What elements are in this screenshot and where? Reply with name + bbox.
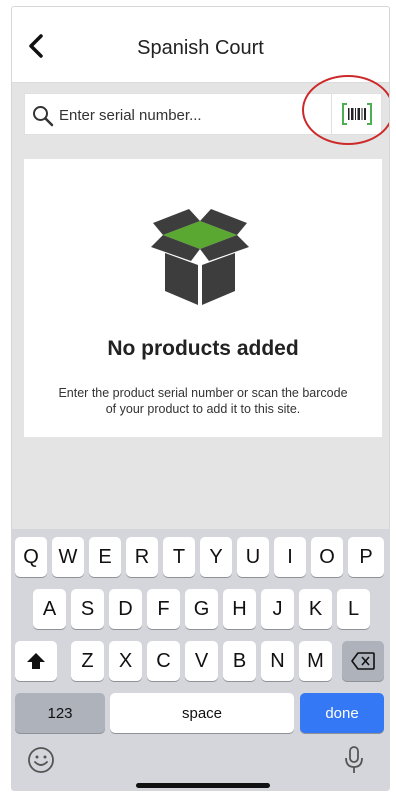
- key-q[interactable]: Q: [15, 537, 47, 577]
- nav-header: Spanish Court: [12, 7, 389, 83]
- key-p[interactable]: P: [348, 537, 384, 577]
- key-d[interactable]: D: [109, 589, 142, 629]
- content-area: No products added Enter the product seri…: [12, 75, 389, 529]
- page-title: Spanish Court: [137, 37, 264, 59]
- keyboard-row-1: Q W E R T Y U I O P: [12, 537, 389, 581]
- search-icon: [33, 106, 54, 127]
- on-screen-keyboard: Q W E R T Y U I O P A S D F G H J K L Z …: [12, 529, 389, 790]
- barcode-scan-icon: [341, 103, 372, 125]
- home-indicator[interactable]: [136, 783, 270, 788]
- key-t[interactable]: T: [163, 537, 195, 577]
- empty-state-card: No products added Enter the product seri…: [24, 159, 382, 437]
- scan-barcode-button[interactable]: [331, 94, 381, 134]
- empty-box-icon: [151, 209, 249, 305]
- keyboard-row-3: Z X C V B N M: [12, 641, 389, 685]
- shift-icon: [27, 653, 45, 669]
- backspace-key[interactable]: [342, 641, 384, 681]
- backspace-icon: [351, 652, 375, 670]
- space-key[interactable]: space: [110, 693, 294, 733]
- app-screen: Spanish Court Enter serial number... No …: [11, 6, 390, 791]
- numbers-key[interactable]: 123: [15, 693, 105, 733]
- key-a[interactable]: A: [33, 589, 66, 629]
- key-m[interactable]: M: [299, 641, 332, 681]
- shift-key[interactable]: [15, 641, 57, 681]
- key-x[interactable]: X: [109, 641, 142, 681]
- key-i[interactable]: I: [274, 537, 306, 577]
- microphone-icon[interactable]: [343, 745, 365, 775]
- key-w[interactable]: W: [52, 537, 84, 577]
- key-f[interactable]: F: [147, 589, 180, 629]
- keyboard-row-4: 123 space done: [12, 693, 389, 737]
- key-v[interactable]: V: [185, 641, 218, 681]
- key-j[interactable]: J: [261, 589, 294, 629]
- key-h[interactable]: H: [223, 589, 256, 629]
- key-k[interactable]: K: [299, 589, 332, 629]
- key-s[interactable]: S: [71, 589, 104, 629]
- key-e[interactable]: E: [89, 537, 121, 577]
- emoji-icon[interactable]: [26, 745, 56, 775]
- key-z[interactable]: Z: [71, 641, 104, 681]
- key-g[interactable]: G: [185, 589, 218, 629]
- search-bar: [24, 93, 382, 135]
- key-o[interactable]: O: [311, 537, 343, 577]
- key-b[interactable]: B: [223, 641, 256, 681]
- keyboard-row-2: A S D F G H J K L: [12, 589, 389, 633]
- empty-state-description: Enter the product serial number or scan …: [58, 386, 348, 416]
- key-y[interactable]: Y: [200, 537, 232, 577]
- key-r[interactable]: R: [126, 537, 158, 577]
- key-l[interactable]: L: [337, 589, 370, 629]
- key-n[interactable]: N: [261, 641, 294, 681]
- done-key[interactable]: done: [300, 693, 384, 733]
- empty-state-title: No products added: [107, 337, 299, 360]
- keyboard-bottom-bar: [12, 745, 389, 790]
- key-c[interactable]: C: [147, 641, 180, 681]
- serial-number-input[interactable]: [59, 101, 307, 129]
- key-u[interactable]: U: [237, 537, 269, 577]
